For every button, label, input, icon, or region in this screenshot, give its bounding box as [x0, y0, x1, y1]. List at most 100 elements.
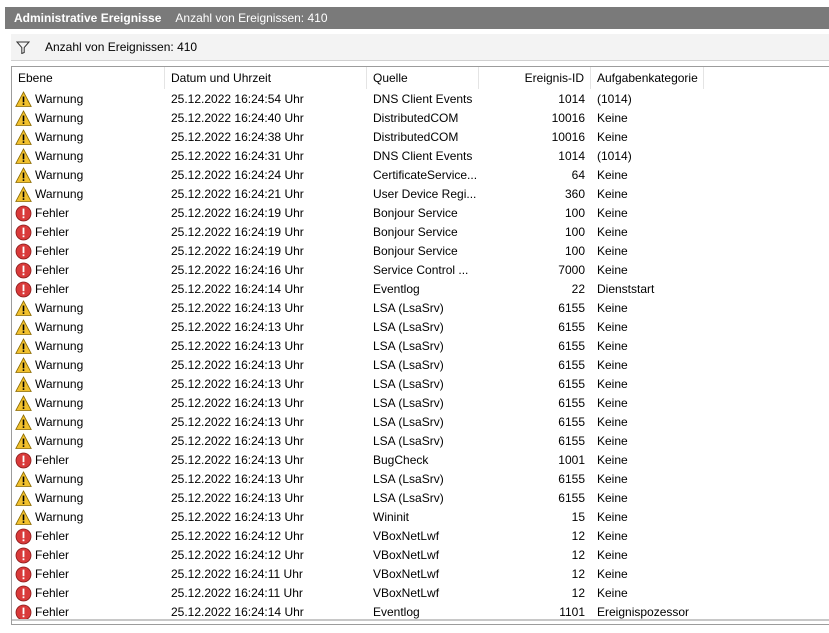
level-label: Warnung — [35, 434, 84, 448]
cell-quelle: LSA (LsaSrv) — [373, 301, 444, 315]
table-row[interactable]: Warnung 25.12.2022 16:24:38 Uhr Distribute… — [12, 128, 829, 147]
level-label: Fehler — [35, 567, 70, 581]
cell-aufgabenkategorie: Dienststart — [597, 282, 655, 296]
table-row[interactable]: Warnung 25.12.2022 16:24:21 Uhr User Devic… — [12, 185, 829, 204]
title-bar: Administrative Ereignisse Anzahl von Ere… — [0, 0, 829, 34]
cell-datum: 25.12.2022 16:24:24 Uhr — [171, 168, 304, 182]
table-row[interactable]: Fehler 25.12.2022 16:24:14 Uhr Eventlog 22 D… — [12, 280, 829, 299]
table-row[interactable]: Fehler 25.12.2022 16:24:11 Uhr VBoxNetLwf 1… — [12, 565, 829, 584]
cell-aufgabenkategorie: Keine — [597, 263, 628, 277]
table-row[interactable]: Warnung 25.12.2022 16:24:13 Uhr LSA (LsaSr… — [12, 318, 829, 337]
table-row[interactable]: Warnung 25.12.2022 16:24:13 Uhr LSA (LsaSr… — [12, 375, 829, 394]
error-icon — [15, 566, 35, 583]
cell-ereignis-id: 12 — [571, 567, 585, 581]
level-label: Warnung — [35, 320, 84, 334]
level-label: Warnung — [35, 415, 84, 429]
cell-quelle: CertificateService... — [373, 168, 478, 182]
table-row[interactable]: Warnung 25.12.2022 16:24:13 Uhr Wininit 15 K… — [12, 508, 829, 527]
cell-ereignis-id: 6155 — [558, 377, 585, 391]
cell-aufgabenkategorie: Keine — [597, 111, 628, 125]
level-label: Warnung — [35, 111, 84, 125]
level-label: Fehler — [35, 206, 70, 220]
table-row[interactable]: Fehler 25.12.2022 16:24:12 Uhr VBoxNetLwf 1… — [12, 546, 829, 565]
cell-aufgabenkategorie: Keine — [597, 415, 628, 429]
cell-datum: 25.12.2022 16:24:13 Uhr — [171, 453, 304, 467]
cell-aufgabenkategorie: Keine — [597, 567, 628, 581]
event-list[interactable]: Ebene Datum und Uhrzeit Quelle Ereignis-… — [11, 66, 829, 625]
cell-quelle: LSA (LsaSrv) — [373, 377, 444, 391]
cell-ebene: Warnung — [12, 432, 165, 451]
cell-quelle: VBoxNetLwf — [373, 548, 440, 562]
level-label: Warnung — [35, 377, 84, 391]
cell-ebene: Warnung — [12, 318, 165, 337]
table-row[interactable]: Fehler 25.12.2022 16:24:19 Uhr Bonjour Ser… — [12, 223, 829, 242]
cell-datum: 25.12.2022 16:24:13 Uhr — [171, 434, 304, 448]
cell-datum: 25.12.2022 16:24:54 Uhr — [171, 92, 304, 106]
table-row[interactable]: Fehler 25.12.2022 16:24:11 Uhr VBoxNetLwf 1… — [12, 584, 829, 603]
table-row[interactable]: Fehler 25.12.2022 16:24:16 Uhr Service Con… — [12, 261, 829, 280]
cell-quelle: Eventlog — [373, 282, 420, 296]
cell-aufgabenkategorie: Keine — [597, 339, 628, 353]
cell-aufgabenkategorie: Keine — [597, 510, 628, 524]
cell-datum: 25.12.2022 16:24:13 Uhr — [171, 510, 304, 524]
cell-quelle: Bonjour Service — [373, 206, 458, 220]
level-label: Warnung — [35, 149, 84, 163]
cell-quelle: VBoxNetLwf — [373, 567, 440, 581]
column-header-ereignis-id[interactable]: Ereignis-ID — [479, 67, 591, 89]
table-row[interactable]: Warnung 25.12.2022 16:24:13 Uhr LSA (LsaSr… — [12, 470, 829, 489]
title-strip: Administrative Ereignisse Anzahl von Ere… — [5, 7, 829, 29]
table-row[interactable]: Warnung 25.12.2022 16:24:13 Uhr LSA (LsaSr… — [12, 299, 829, 318]
cell-ebene: Warnung — [12, 90, 165, 109]
table-row[interactable]: Fehler 25.12.2022 16:24:19 Uhr Bonjour Ser… — [12, 242, 829, 261]
table-row[interactable]: Warnung 25.12.2022 16:24:13 Uhr LSA (LsaSr… — [12, 356, 829, 375]
table-row[interactable]: Warnung 25.12.2022 16:24:54 Uhr DNS Client… — [12, 90, 829, 109]
cell-datum: 25.12.2022 16:24:13 Uhr — [171, 396, 304, 410]
cell-aufgabenkategorie: Keine — [597, 225, 628, 239]
table-row[interactable]: Fehler 25.12.2022 16:24:12 Uhr VBoxNetLwf 1… — [12, 527, 829, 546]
filter-icon[interactable] — [15, 39, 31, 55]
cell-ebene: Fehler — [12, 223, 165, 242]
warning-icon — [15, 357, 35, 374]
table-row[interactable]: Warnung 25.12.2022 16:24:24 Uhr Certificat… — [12, 166, 829, 185]
table-row[interactable]: Warnung 25.12.2022 16:24:40 Uhr Distribute… — [12, 109, 829, 128]
table-row[interactable]: Warnung 25.12.2022 16:24:31 Uhr DNS Client… — [12, 147, 829, 166]
column-header-datum[interactable]: Datum und Uhrzeit — [165, 67, 367, 89]
cell-aufgabenkategorie: Keine — [597, 529, 628, 543]
cell-ereignis-id: 6155 — [558, 415, 585, 429]
error-icon — [15, 243, 35, 260]
filter-bar: Anzahl von Ereignissen: 410 — [11, 34, 829, 61]
column-header-ebene[interactable]: Ebene — [12, 67, 165, 89]
warning-icon — [15, 319, 35, 336]
warning-icon — [15, 148, 35, 165]
filter-count-label: Anzahl von Ereignissen: 410 — [45, 40, 198, 54]
error-icon — [15, 528, 35, 545]
table-row[interactable]: Warnung 25.12.2022 16:24:13 Uhr LSA (LsaSr… — [12, 489, 829, 508]
table-row[interactable]: Warnung 25.12.2022 16:24:13 Uhr LSA (LsaSr… — [12, 394, 829, 413]
table-row[interactable]: Warnung 25.12.2022 16:24:13 Uhr LSA (LsaSr… — [12, 413, 829, 432]
column-header-quelle[interactable]: Quelle — [367, 67, 479, 89]
level-label: Warnung — [35, 510, 84, 524]
cell-ereignis-id: 10016 — [551, 130, 585, 144]
cell-aufgabenkategorie: Keine — [597, 434, 628, 448]
cell-ereignis-id: 6155 — [558, 396, 585, 410]
cell-ebene: Warnung — [12, 470, 165, 489]
cell-ereignis-id: 64 — [571, 168, 585, 182]
table-row[interactable]: Fehler 25.12.2022 16:24:13 Uhr BugCheck 100… — [12, 451, 829, 470]
table-row[interactable]: Fehler 25.12.2022 16:24:19 Uhr Bonjour Ser… — [12, 204, 829, 223]
cell-datum: 25.12.2022 16:24:12 Uhr — [171, 529, 304, 543]
error-icon — [15, 262, 35, 279]
table-row[interactable]: Warnung 25.12.2022 16:24:13 Uhr LSA (LsaSr… — [12, 432, 829, 451]
level-label: Warnung — [35, 168, 84, 182]
column-header-aufgabenkategorie[interactable]: Aufgabenkategorie — [591, 67, 704, 89]
cell-ebene: Warnung — [12, 109, 165, 128]
cell-ereignis-id: 1014 — [558, 149, 585, 163]
cell-datum: 25.12.2022 16:24:19 Uhr — [171, 225, 304, 239]
cell-ereignis-id: 6155 — [558, 491, 585, 505]
table-row[interactable]: Warnung 25.12.2022 16:24:13 Uhr LSA (LsaSr… — [12, 337, 829, 356]
error-icon — [15, 224, 35, 241]
error-icon — [15, 205, 35, 222]
cell-quelle: LSA (LsaSrv) — [373, 472, 444, 486]
warning-icon — [15, 395, 35, 412]
cell-ebene: Warnung — [12, 489, 165, 508]
level-label: Fehler — [35, 225, 70, 239]
